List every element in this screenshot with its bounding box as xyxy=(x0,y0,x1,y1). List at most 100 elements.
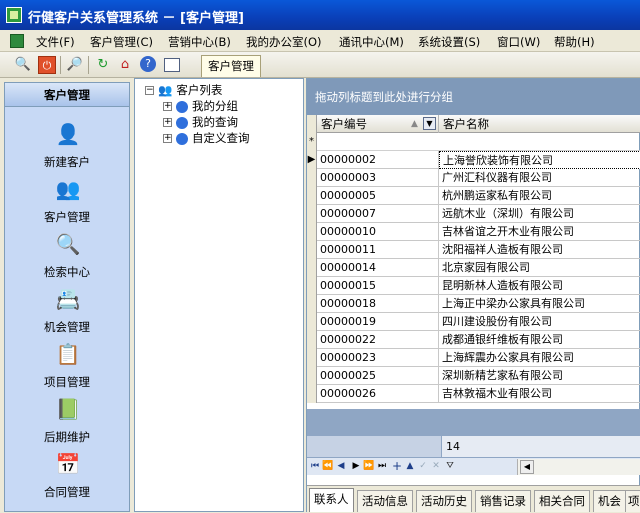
menu-settings[interactable]: 系统设置(S) xyxy=(416,33,482,51)
tab-related-contracts[interactable]: 相关合同 xyxy=(534,490,590,512)
expand-icon[interactable]: + xyxy=(163,118,172,127)
column-header-customer-id[interactable]: 客户编号 ▲ ▼ xyxy=(317,115,439,133)
cell-customer-id[interactable]: 00000005 xyxy=(317,187,439,205)
cell-customer-name[interactable]: 深圳新精艺家私有限公司 xyxy=(439,367,640,385)
tab-sales-records[interactable]: 销售记录 xyxy=(475,490,531,512)
menu-customer[interactable]: 客户管理(C) xyxy=(88,33,155,51)
cell-customer-name[interactable]: 成都通银纤维板有限公司 xyxy=(439,331,640,349)
expand-icon[interactable]: + xyxy=(163,134,172,143)
row-indicator[interactable] xyxy=(307,223,317,241)
row-indicator[interactable] xyxy=(307,259,317,277)
current-row-indicator[interactable]: ▶ xyxy=(307,151,317,169)
cell-customer-id[interactable]: 00000025 xyxy=(317,367,439,385)
row-indicator[interactable] xyxy=(307,367,317,385)
help-icon[interactable]: ? xyxy=(140,56,156,72)
magnifier-icon[interactable]: 🔎 xyxy=(66,56,84,74)
tab-customer-management[interactable]: 客户管理 xyxy=(201,55,261,77)
menu-marketing[interactable]: 营销中心(B) xyxy=(166,33,233,51)
cell-customer-name[interactable]: 吉林敦福木业有限公司 xyxy=(439,385,640,403)
tab-projects[interactable]: 项 xyxy=(625,490,640,512)
table-row[interactable]: 00000023 上海辉震办公家具有限公司 xyxy=(307,349,640,367)
row-indicator[interactable] xyxy=(307,241,317,259)
window-icon[interactable] xyxy=(164,58,180,72)
first-record-icon[interactable]: ⏮ xyxy=(309,459,321,474)
cell-customer-name[interactable]: 北京家园有限公司 xyxy=(439,259,640,277)
sidebar-item-customer-management[interactable]: 👥 客户管理 xyxy=(5,176,129,230)
collapse-icon[interactable]: − xyxy=(145,86,154,95)
table-row[interactable]: 00000014 北京家园有限公司 xyxy=(307,259,640,277)
cell-customer-name[interactable]: 上海正中梁办公家具有限公司 xyxy=(439,295,640,313)
tree-node-my-queries[interactable]: + 我的查询 xyxy=(163,114,238,130)
table-row[interactable]: 00000022 成都通银纤维板有限公司 xyxy=(307,331,640,349)
cell-customer-id[interactable]: 00000011 xyxy=(317,241,439,259)
filter-dropdown-icon[interactable]: ▼ xyxy=(423,117,436,130)
row-indicator[interactable] xyxy=(307,169,317,187)
cell-customer-id[interactable]: 00000014 xyxy=(317,259,439,277)
cell-customer-id[interactable]: 00000010 xyxy=(317,223,439,241)
row-indicator[interactable] xyxy=(307,187,317,205)
sidebar-item-contract[interactable]: 📅 合同管理 xyxy=(5,451,129,505)
post-record-icon[interactable]: ✓ xyxy=(417,459,429,474)
sidebar-item-opportunity[interactable]: 📇 机会管理 xyxy=(5,286,129,340)
horizontal-scrollbar[interactable]: ◀ xyxy=(517,459,640,475)
row-indicator[interactable] xyxy=(307,313,317,331)
power-icon[interactable]: ⏻ xyxy=(38,56,56,74)
cell-customer-id[interactable]: 00000015 xyxy=(317,277,439,295)
refresh-icon[interactable]: ↻ xyxy=(94,56,112,74)
row-indicator[interactable] xyxy=(307,295,317,313)
cell-customer-name[interactable]: 沈阳福祥人造板有限公司 xyxy=(439,241,640,259)
prev-record-icon[interactable]: ◀ xyxy=(335,459,347,474)
cell-customer-name[interactable]: 上海辉震办公家具有限公司 xyxy=(439,349,640,367)
cancel-record-icon[interactable]: ✕ xyxy=(430,459,442,474)
tree-node-custom-queries[interactable]: + 自定义查询 xyxy=(163,130,250,146)
table-row[interactable]: 00000019 四川建设股份有限公司 xyxy=(307,313,640,331)
cell-customer-name[interactable]: 广州汇科仪器有限公司 xyxy=(439,169,640,187)
menu-help[interactable]: 帮助(H) xyxy=(552,33,597,51)
table-row[interactable]: ▶ 00000002 上海誉欣装饰有限公司 xyxy=(307,151,640,169)
cell-customer-id[interactable]: 00000023 xyxy=(317,349,439,367)
sidebar-item-project[interactable]: 📋 项目管理 xyxy=(5,341,129,395)
cell-customer-name[interactable]: 上海誉欣装饰有限公司 xyxy=(439,151,640,169)
table-row[interactable]: 00000026 吉林敦福木业有限公司 xyxy=(307,385,640,403)
search-key-icon[interactable]: 🔍 xyxy=(14,56,32,74)
tab-activity-info[interactable]: 活动信息 xyxy=(357,490,413,512)
table-row[interactable]: 00000005 杭州鹏运家私有限公司 xyxy=(307,187,640,205)
prev-page-icon[interactable]: ⏪ xyxy=(322,459,334,474)
row-indicator[interactable] xyxy=(307,385,317,403)
table-row[interactable]: 00000007 远航木业（深圳）有限公司 xyxy=(307,205,640,223)
menu-file[interactable]: 文件(F) xyxy=(34,33,77,51)
cell-customer-id[interactable]: 00000002 xyxy=(317,151,439,169)
cell-customer-id[interactable]: 00000022 xyxy=(317,331,439,349)
tree-node-my-groups[interactable]: + 我的分组 xyxy=(163,98,238,114)
table-row[interactable]: 00000003 广州汇科仪器有限公司 xyxy=(307,169,640,187)
expand-icon[interactable]: + xyxy=(163,102,172,111)
row-indicator[interactable] xyxy=(307,277,317,295)
table-row[interactable]: 00000011 沈阳福祥人造板有限公司 xyxy=(307,241,640,259)
mdi-child-icon[interactable] xyxy=(10,34,24,48)
add-record-icon[interactable]: + xyxy=(391,459,403,474)
tree-root[interactable]: − 👥 客户列表 xyxy=(145,82,222,98)
cell-customer-name[interactable]: 杭州鹏运家私有限公司 xyxy=(439,187,640,205)
cell-customer-id[interactable]: 00000003 xyxy=(317,169,439,187)
menu-communication[interactable]: 通讯中心(M) xyxy=(337,33,406,51)
sidebar-item-maintenance[interactable]: 📗 后期维护 xyxy=(5,396,129,450)
cell-customer-id[interactable]: 00000019 xyxy=(317,313,439,331)
next-record-icon[interactable]: ▶ xyxy=(350,459,362,474)
next-page-icon[interactable]: ⏩ xyxy=(363,459,375,474)
tab-contacts[interactable]: 联系人 xyxy=(309,488,354,512)
cell-customer-name[interactable]: 四川建设股份有限公司 xyxy=(439,313,640,331)
column-header-customer-name[interactable]: 客户名称 xyxy=(439,115,640,133)
menu-window[interactable]: 窗口(W) xyxy=(495,33,542,51)
cell-customer-name[interactable]: 远航木业（深圳）有限公司 xyxy=(439,205,640,223)
sidebar-item-search-center[interactable]: 🔍 检索中心 xyxy=(5,231,129,285)
row-indicator[interactable] xyxy=(307,331,317,349)
cell-customer-name[interactable]: 昆明新林人造板有限公司 xyxy=(439,277,640,295)
table-row[interactable]: 00000025 深圳新精艺家私有限公司 xyxy=(307,367,640,385)
sidebar-item-new-customer[interactable]: 👤 新建客户 xyxy=(5,121,129,175)
table-row[interactable]: 00000018 上海正中梁办公家具有限公司 xyxy=(307,295,640,313)
menu-office[interactable]: 我的办公室(O) xyxy=(244,33,324,51)
filter-icon[interactable]: ⛛ xyxy=(444,459,456,474)
row-indicator[interactable] xyxy=(307,349,317,367)
cell-customer-id[interactable]: 00000026 xyxy=(317,385,439,403)
table-row[interactable]: 00000010 吉林省谊之开木业有限公司 xyxy=(307,223,640,241)
